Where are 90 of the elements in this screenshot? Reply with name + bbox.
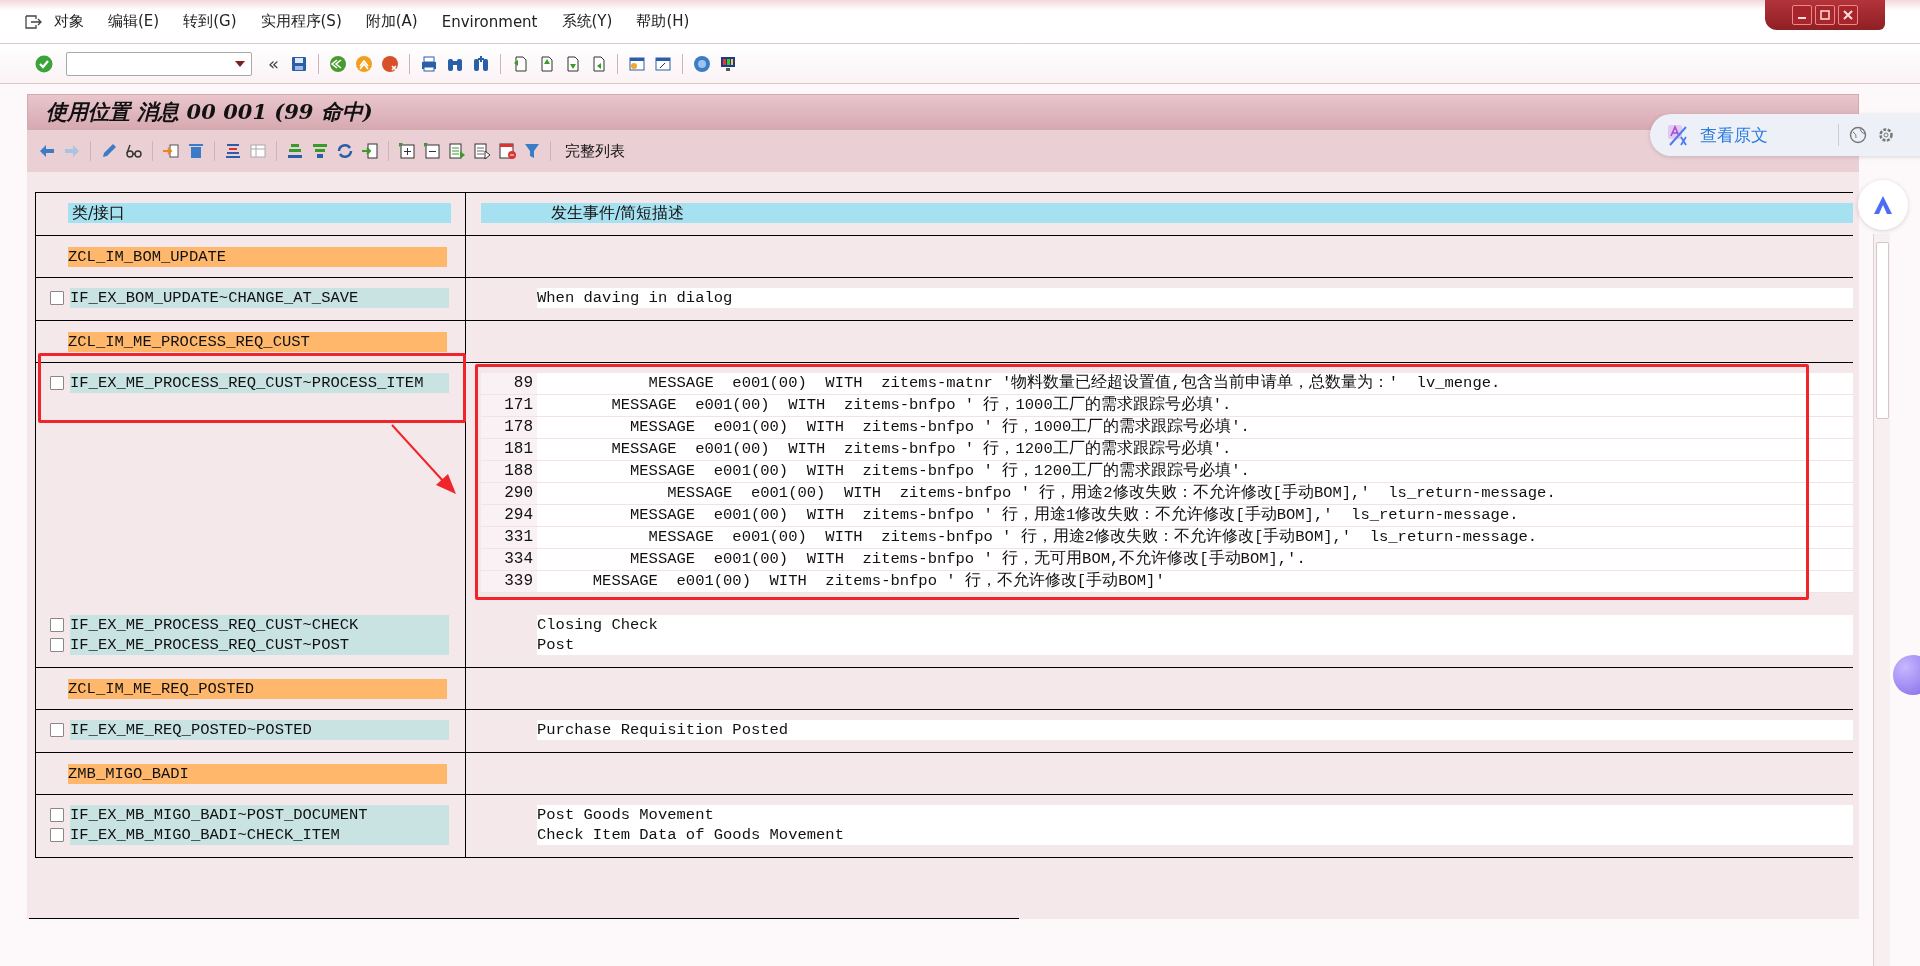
sort-ascending-icon[interactable]: [285, 141, 305, 161]
code-line[interactable]: MESSAGE e001(00) WITH zitems-bnfpo ' 行，无可用BOM,不允许修改[手动BOM],'.: [537, 549, 1306, 570]
globe-icon[interactable]: [1849, 126, 1867, 144]
code-line[interactable]: MESSAGE e001(00) WITH zitems-bnfpo ' 行，1000工厂的需求跟踪号必填'.: [537, 417, 1250, 438]
filter-icon[interactable]: [522, 141, 542, 161]
line-number: 334: [481, 549, 537, 570]
class-name[interactable]: ZCL_IM_ME_REQ_POSTED: [68, 679, 447, 699]
expand-all-icon[interactable]: [397, 141, 417, 161]
method-description: Post: [537, 635, 1853, 655]
refresh-icon[interactable]: [335, 141, 355, 161]
method-description: Closing Check: [537, 615, 1853, 635]
maximize-icon[interactable]: [1815, 5, 1835, 25]
checkbox[interactable]: [50, 828, 64, 842]
menu-item[interactable]: 实用程序(S): [248, 12, 354, 31]
checkbox[interactable]: [50, 618, 64, 632]
trash-icon[interactable]: [186, 141, 206, 161]
method-name[interactable]: IF_EX_ME_REQ_POSTED~POSTED: [70, 720, 449, 740]
method-name[interactable]: IF_EX_ME_PROCESS_REQ_CUST~POST: [70, 635, 449, 655]
annotation-arrow: [392, 425, 458, 495]
menu-item[interactable]: 编辑(E): [96, 12, 172, 31]
exit-icon[interactable]: [354, 53, 374, 74]
menu-item[interactable]: 系统(Y): [549, 12, 625, 31]
line-number: 188: [481, 461, 537, 482]
back-icon[interactable]: [328, 53, 348, 74]
class-name[interactable]: ZMB_MIGO_BADI: [68, 764, 447, 784]
collapse-all-icon[interactable]: [422, 141, 442, 161]
method-name[interactable]: IF_EX_ME_PROCESS_REQ_CUST~CHECK: [70, 615, 449, 635]
code-line[interactable]: MESSAGE e001(00) WITH zitems-bnfpo ' 行，不允许修改[手动BOM]': [537, 571, 1165, 592]
print-icon[interactable]: [419, 53, 439, 74]
line-number: 89: [481, 373, 537, 394]
command-field[interactable]: [66, 51, 252, 76]
export-icon[interactable]: [360, 141, 380, 161]
checkbox[interactable]: [50, 376, 64, 390]
line-number: 331: [481, 527, 537, 548]
help-icon[interactable]: [692, 53, 712, 74]
line-number: 178: [481, 417, 537, 438]
find-next-icon[interactable]: [471, 53, 491, 74]
line-number: 294: [481, 505, 537, 526]
menu-item[interactable]: 转到(G): [171, 12, 249, 31]
view-original-link[interactable]: 查看原文: [1700, 123, 1768, 147]
confirm-icon[interactable]: [34, 53, 54, 74]
align-icon[interactable]: [223, 141, 243, 161]
checkbox[interactable]: [50, 291, 64, 305]
line-number: 339: [481, 571, 537, 592]
sort-descending-icon[interactable]: [310, 141, 330, 161]
method-description: Post Goods Movement: [537, 805, 1853, 825]
method-name[interactable]: IF_EX_MB_MIGO_BADI~CHECK_ITEM: [70, 825, 449, 845]
method-name[interactable]: IF_EX_ME_PROCESS_REQ_CUST~PROCESS_ITEM: [70, 373, 449, 393]
list-select-icon[interactable]: [472, 141, 492, 161]
page-title: 使用位置 消息 00 001 (99 命中): [46, 98, 373, 126]
menu-item[interactable]: 附加(A): [353, 12, 430, 31]
line-number: 171: [481, 395, 537, 416]
code-line[interactable]: MESSAGE e001(00) WITH zitems-matnr '物料数量已经超设置值,包含当前申请单，总数量为：' lv_menge.: [537, 373, 1501, 394]
move-icon[interactable]: [161, 141, 181, 161]
assistant-button[interactable]: [1858, 180, 1908, 230]
class-name[interactable]: ZCL_IM_ME_PROCESS_REQ_CUST: [68, 332, 447, 352]
method-description: Check Item Data of Goods Movement: [537, 825, 1853, 845]
code-line[interactable]: MESSAGE e001(00) WITH zitems-bnfpo ' 行，用途2修改失败：不允许修改[手动BOM],' ls_return-message.: [537, 483, 1556, 504]
code-line[interactable]: MESSAGE e001(00) WITH zitems-bnfpo ' 行，1200工厂的需求跟踪号必填'.: [537, 461, 1250, 482]
code-line[interactable]: MESSAGE e001(00) WITH zitems-bnfpo ' 行，用途1修改失败：不允许修改[手动BOM],' ls_return-message.: [537, 505, 1519, 526]
layout-icon[interactable]: [497, 141, 517, 161]
checkbox[interactable]: [50, 808, 64, 822]
checkbox[interactable]: [50, 638, 64, 652]
translate-icon[interactable]: [1666, 123, 1690, 147]
menu-item[interactable]: Environment: [429, 12, 550, 31]
class-name[interactable]: ZCL_IM_BOM_UPDATE: [68, 247, 447, 267]
menu-item[interactable]: 帮助(H): [624, 12, 702, 31]
vertical-scrollbar[interactable]: [1873, 234, 1890, 966]
settings-icon[interactable]: [1877, 126, 1895, 144]
method-description: Purchase Requisition Posted: [537, 720, 1853, 740]
checkbox[interactable]: [50, 723, 64, 737]
cancel-icon[interactable]: [380, 53, 400, 74]
full-list-button[interactable]: 完整列表: [559, 139, 631, 163]
collapse-glyph[interactable]: «: [268, 53, 279, 74]
method-name[interactable]: IF_EX_BOM_UPDATE~CHANGE_AT_SAVE: [70, 288, 449, 308]
menu-item[interactable]: 对象: [42, 12, 96, 31]
minimize-icon[interactable]: [1792, 5, 1812, 25]
menu-icon[interactable]: [24, 13, 42, 30]
code-line[interactable]: MESSAGE e001(00) WITH zitems-bnfpo ' 行，用途2修改失败：不允许修改[手动BOM],' ls_return-message.: [537, 527, 1538, 548]
column-header: 类/接口: [68, 203, 451, 223]
column-header: 发生事件/简短描述: [481, 203, 1853, 223]
line-number: 181: [481, 439, 537, 460]
line-number: 290: [481, 483, 537, 504]
dropdown-caret-icon[interactable]: [235, 60, 245, 67]
method-description: When daving in dialog: [537, 288, 1853, 308]
method-name[interactable]: IF_EX_MB_MIGO_BADI~POST_DOCUMENT: [70, 805, 449, 825]
code-line[interactable]: MESSAGE e001(00) WITH zitems-bnfpo ' 行，1200工厂的需求跟踪号必填'.: [537, 439, 1232, 460]
list-check-icon[interactable]: [447, 141, 467, 161]
close-icon[interactable]: [1838, 5, 1858, 25]
code-line[interactable]: MESSAGE e001(00) WITH zitems-bnfpo ' 行，1000工厂的需求跟踪号必填'.: [537, 395, 1232, 416]
